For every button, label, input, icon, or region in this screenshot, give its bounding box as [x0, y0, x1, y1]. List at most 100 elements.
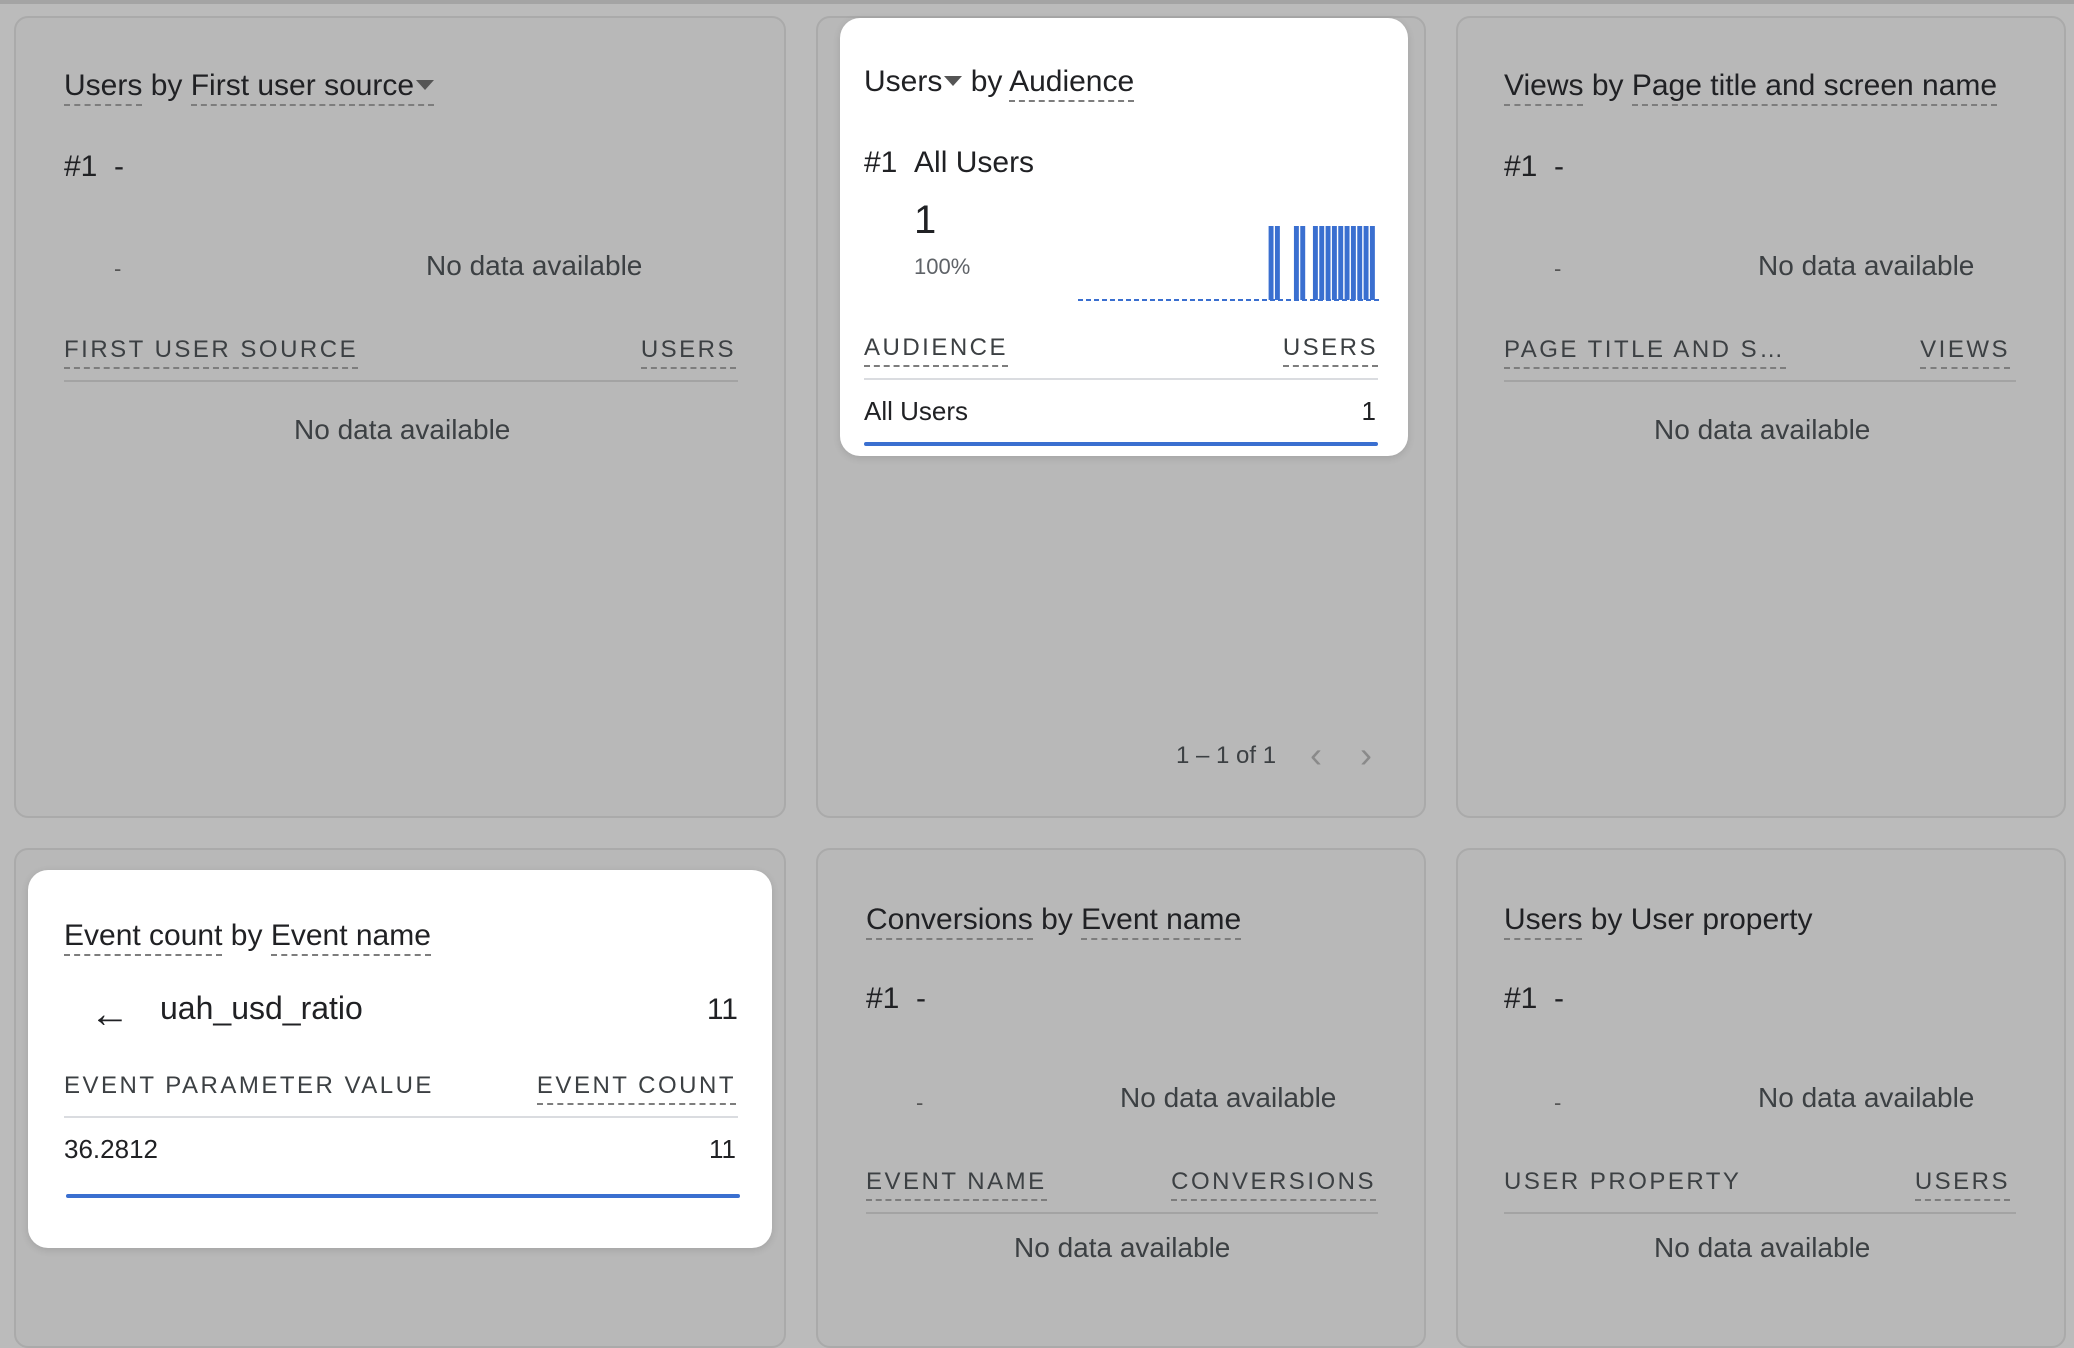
dimension-selector[interactable]: Event name	[1081, 903, 1242, 940]
rank-row: #1 -	[1504, 150, 1564, 184]
mini-chart-placeholder: -	[1554, 256, 1562, 281]
table-row-label[interactable]: All Users	[864, 396, 968, 427]
table-divider	[864, 378, 1378, 380]
title-by: by	[1041, 903, 1073, 936]
title-by: by	[150, 69, 183, 102]
rank-value: All Users	[914, 146, 1035, 179]
chart-bar	[1331, 226, 1337, 300]
dimension-selector[interactable]: First user source	[190, 69, 435, 106]
caret-down-icon	[944, 76, 963, 87]
metric-selector[interactable]: Users	[1504, 903, 1583, 940]
column-header-event-parameter-value: EVENT PARAMETER VALUE	[64, 1072, 434, 1099]
column-header-users[interactable]: USERS	[640, 336, 736, 369]
metric-selector[interactable]: Event count	[64, 919, 223, 956]
table-no-data: No data available	[294, 414, 511, 445]
metric-selector[interactable]: Conversions	[866, 903, 1033, 940]
table-no-data: No data available	[1654, 1232, 1871, 1263]
caret-down-icon	[416, 80, 435, 91]
title-by: by	[230, 919, 263, 952]
table-row-label[interactable]: 36.2812	[64, 1134, 158, 1165]
card-users-by-user-property: Users by User property #1 - - No data av…	[1456, 848, 2066, 1348]
rank-number: #1	[1504, 150, 1538, 183]
arrow-left-icon[interactable]: ←	[90, 992, 130, 1037]
chart-bar	[1268, 226, 1274, 300]
chart-bar	[1357, 226, 1363, 300]
mini-chart-placeholder: -	[114, 256, 122, 281]
card-title: Conversions by Event name	[866, 902, 1242, 940]
chart-bar	[1312, 226, 1318, 300]
metric-selector[interactable]: Users	[864, 65, 963, 100]
card-views-by-page-title: Views by Page title and screen name #1 -…	[1456, 16, 2066, 818]
chart-bar	[1319, 226, 1325, 300]
event-name-label: uah_usd_ratio	[160, 990, 363, 1026]
audience-tooltip-card: Users by Audience #1 All Users 1 100% AU…	[840, 18, 1408, 456]
chart-bar	[1338, 226, 1344, 300]
chart-no-data: No data available	[426, 250, 643, 281]
table-divider	[1504, 1212, 2016, 1214]
card-title: Event count by Event name	[64, 918, 431, 956]
card-title: Users by First user source	[64, 68, 435, 106]
chart-bar	[1344, 226, 1350, 300]
metric-selector[interactable]: Views	[1504, 69, 1584, 106]
rank-value: -	[114, 150, 125, 183]
card-title: Users by User property	[1504, 902, 1813, 940]
chevron-left-icon[interactable]: ‹	[1310, 734, 1322, 776]
rank-row: #1 -	[866, 982, 926, 1016]
column-header-views[interactable]: VIEWS	[1920, 336, 2010, 369]
top-divider	[0, 0, 2074, 4]
table-row-value: 1	[1361, 396, 1376, 426]
table-row-value: 11	[709, 1134, 736, 1164]
row-progress-bar	[66, 1194, 740, 1198]
metric-value: 1	[914, 198, 937, 242]
rank-number: #1	[1504, 982, 1538, 1015]
dimension-selector[interactable]: Audience	[1009, 65, 1135, 102]
dimension-selector[interactable]: Event name	[270, 919, 431, 956]
column-header-page-title[interactable]: PAGE TITLE AND S…	[1504, 336, 1786, 369]
card-conversions-by-event-name: Conversions by Event name #1 - - No data…	[816, 848, 1426, 1348]
rank-row: #1 All Users	[864, 146, 1034, 180]
column-header-users[interactable]: USERS	[1914, 1168, 2010, 1201]
table-divider	[866, 1212, 1378, 1214]
table-divider	[64, 1116, 738, 1118]
column-header-user-property: USER PROPERTY	[1504, 1168, 1742, 1195]
chart-no-data: No data available	[1758, 1082, 1975, 1113]
chart-no-data: No data available	[1758, 250, 1975, 281]
column-header-event-name[interactable]: EVENT NAME	[866, 1168, 1047, 1201]
column-header-event-count[interactable]: EVENT COUNT	[536, 1072, 736, 1105]
row-progress-bar	[864, 442, 1378, 446]
column-header-conversions[interactable]: CONVERSIONS	[1171, 1168, 1376, 1201]
chart-bar	[1369, 226, 1375, 300]
card-title: Views by Page title and screen name	[1504, 68, 1998, 106]
event-parameter-card: Event count by Event name ← uah_usd_rati…	[28, 870, 772, 1248]
chart-bar	[1363, 226, 1369, 300]
table-divider	[1504, 380, 2016, 382]
chart-bar	[1350, 226, 1356, 300]
mini-chart-placeholder: -	[1554, 1090, 1562, 1115]
title-by: by	[1591, 69, 1624, 102]
title-by: by	[1590, 903, 1623, 936]
dimension-selector[interactable]: Page title and screen name	[1631, 69, 1998, 106]
rank-number: #1	[864, 146, 898, 179]
card-title: Users by Audience	[864, 64, 1135, 102]
event-total-value: 11	[706, 993, 738, 1026]
chart-bar	[1293, 226, 1299, 300]
rank-number: #1	[866, 982, 900, 1015]
rank-row: #1 -	[64, 150, 124, 184]
rank-row: #1 -	[1504, 982, 1564, 1016]
column-header-first-user-source[interactable]: FIRST USER SOURCE	[64, 336, 359, 369]
column-header-users[interactable]: USERS	[1282, 334, 1378, 367]
mini-chart-placeholder: -	[916, 1090, 924, 1115]
rank-value: -	[916, 982, 927, 1015]
rank-value: -	[1554, 982, 1565, 1015]
audience-sparkline-chart	[1078, 226, 1382, 301]
table-divider	[64, 380, 738, 382]
rank-value: -	[1554, 150, 1565, 183]
dimension-selector[interactable]: User property	[1631, 903, 1813, 936]
metric-percent: 100%	[914, 254, 971, 279]
chart-bar	[1274, 226, 1280, 300]
metric-selector[interactable]: Users	[64, 69, 143, 106]
column-header-audience[interactable]: AUDIENCE	[864, 334, 1009, 367]
pagination-label: 1 – 1 of 1	[1176, 742, 1277, 769]
chevron-right-icon[interactable]: ›	[1360, 734, 1372, 776]
table-no-data: No data available	[1654, 414, 1871, 445]
